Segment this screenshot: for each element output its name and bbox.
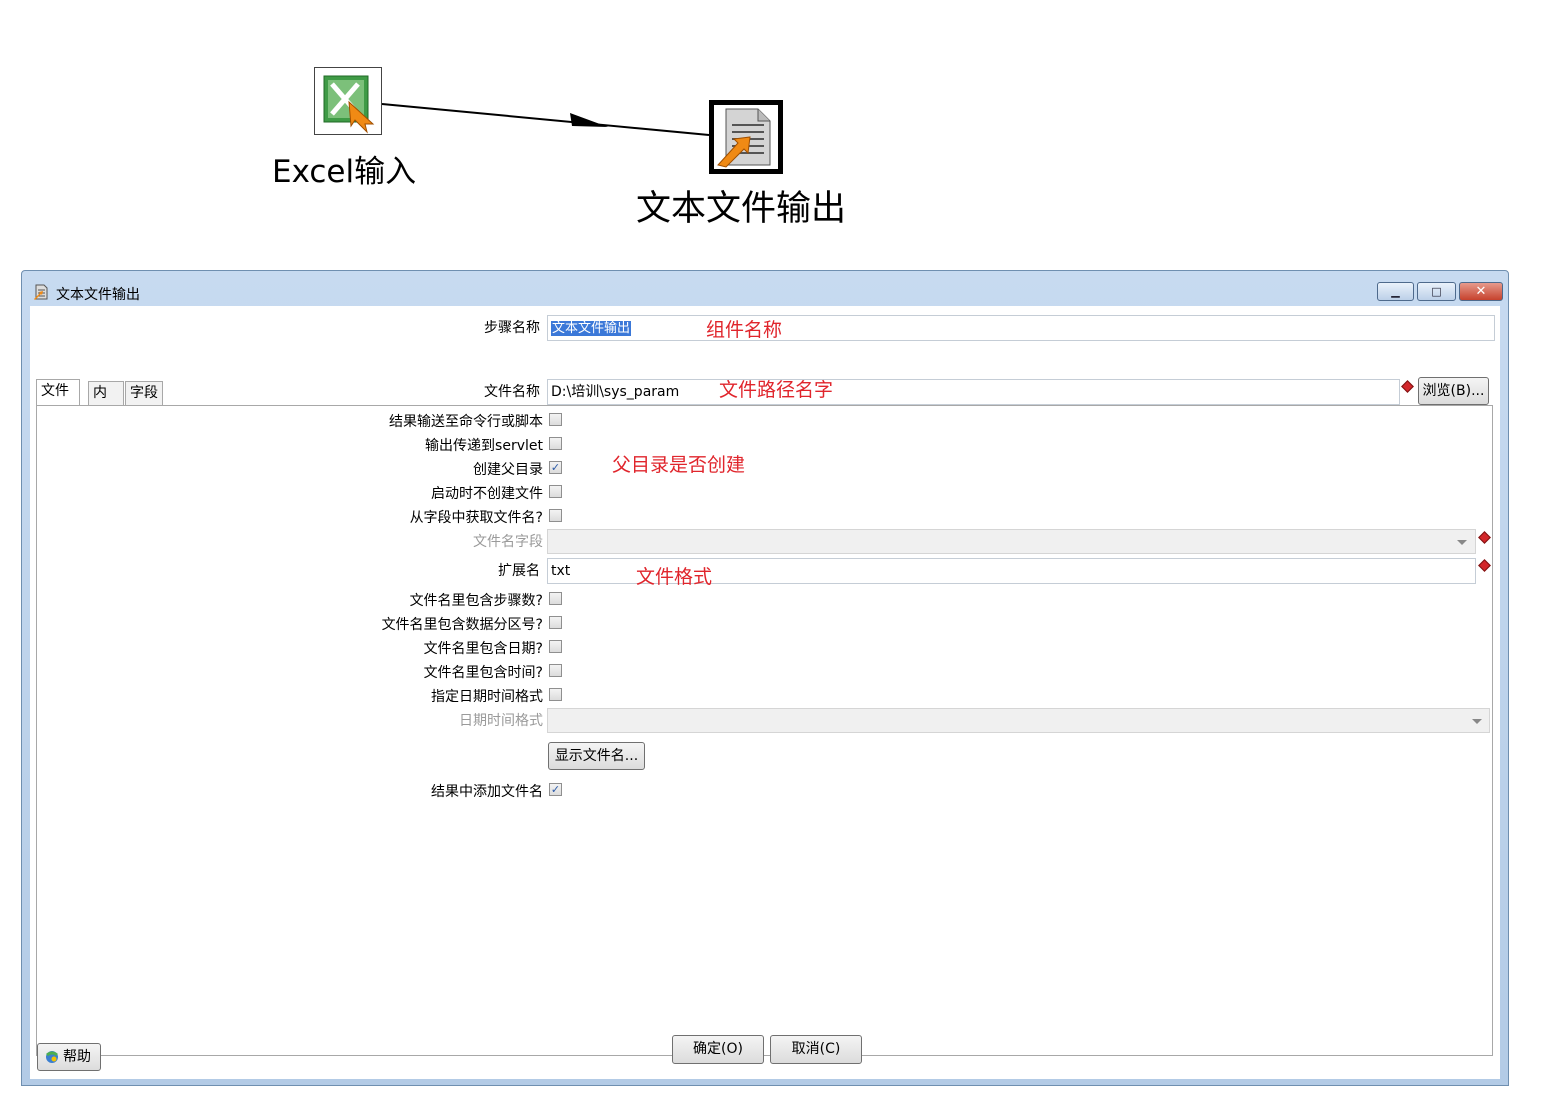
text-file-output-step-label: 文本文件输出	[636, 189, 847, 229]
step-name-input[interactable]: 文本文件输出	[547, 315, 1495, 341]
include-partnr-label: 文件名里包含数据分区号?	[381, 617, 543, 633]
excel-input-icon	[323, 75, 375, 134]
pass-to-script-checkbox[interactable]	[549, 413, 562, 426]
add-to-result-checkbox[interactable]: ✓	[549, 783, 562, 796]
transformation-canvas[interactable]: Excel输入 文本文件输出	[0, 0, 1549, 260]
cancel-button[interactable]: 取消(C)	[770, 1035, 862, 1064]
text-file-output-icon	[34, 284, 48, 300]
annotation-file-path: 文件路径名字	[719, 379, 834, 401]
include-date-label: 文件名里包含日期?	[423, 641, 543, 657]
create-parent-checkbox[interactable]: ✓	[549, 461, 562, 474]
close-button[interactable]: ✕	[1459, 282, 1503, 301]
dialog-title: 文本文件输出	[56, 287, 140, 303]
pass-to-script-label: 结果输送至命令行或脚本	[389, 414, 543, 430]
help-button[interactable]: 帮助	[37, 1043, 101, 1071]
specify-datetime-checkbox[interactable]	[549, 688, 562, 701]
create-parent-label: 创建父目录	[473, 462, 543, 478]
filename-field-label: 文件名字段	[473, 534, 543, 550]
include-partnr-checkbox[interactable]	[549, 616, 562, 629]
include-stepnr-label: 文件名里包含步骤数?	[409, 593, 543, 609]
excel-input-step-label: Excel输入	[272, 154, 417, 190]
include-stepnr-checkbox[interactable]	[549, 592, 562, 605]
include-time-checkbox[interactable]	[549, 664, 562, 677]
datetime-format-label: 日期时间格式	[459, 713, 543, 729]
excel-input-step[interactable]	[314, 67, 382, 135]
include-time-label: 文件名里包含时间?	[423, 665, 543, 681]
help-icon	[46, 1051, 58, 1063]
filename-label: 文件名称	[484, 384, 540, 400]
show-filename-button[interactable]: 显示文件名...	[548, 742, 645, 770]
maximize-button[interactable]: □	[1417, 282, 1456, 301]
annotation-file-format: 文件格式	[636, 566, 713, 588]
output-servlet-checkbox[interactable]	[549, 437, 562, 450]
annotation-create-parent: 父目录是否创建	[612, 454, 746, 476]
include-date-checkbox[interactable]	[549, 640, 562, 653]
variable-indicator-icon	[1401, 380, 1414, 393]
add-to-result-label: 结果中添加文件名	[431, 784, 543, 800]
dialog-client-area: 步骤名称 文本文件输出 组件名称 文件 内容 字段 文件名称 D:\培训\sys…	[30, 306, 1500, 1079]
specify-datetime-label: 指定日期时间格式	[431, 689, 543, 705]
title-bar[interactable]: 文本文件输出 ▁ □ ✕	[22, 271, 1508, 307]
filename-field-combo[interactable]	[547, 529, 1476, 554]
browse-button[interactable]: 浏览(B)...	[1418, 377, 1489, 405]
text-file-output-dialog: 文本文件输出 ▁ □ ✕ 步骤名称 文本文件输出 组件名称 文件 内容 字段 文…	[21, 270, 1509, 1086]
filename-from-field-label: 从字段中获取文件名?	[409, 510, 543, 526]
extension-label: 扩展名	[498, 563, 540, 579]
output-servlet-label: 输出传递到servlet	[425, 438, 543, 454]
text-file-output-icon	[717, 108, 771, 168]
chevron-down-icon	[1457, 540, 1467, 545]
tab-content[interactable]: 内容	[88, 381, 124, 424]
help-button-label: 帮助	[63, 1049, 91, 1065]
datetime-format-combo[interactable]	[547, 708, 1490, 733]
ok-button[interactable]: 确定(O)	[672, 1035, 764, 1064]
annotation-component-name: 组件名称	[706, 319, 783, 341]
no-create-on-start-label: 启动时不创建文件	[431, 486, 543, 502]
filename-from-field-checkbox[interactable]	[549, 509, 562, 522]
minimize-button[interactable]: ▁	[1377, 282, 1414, 301]
text-file-output-step[interactable]	[709, 100, 783, 174]
tab-fields[interactable]: 字段	[125, 381, 163, 406]
chevron-down-icon	[1472, 719, 1482, 724]
step-name-label: 步骤名称	[484, 320, 540, 336]
step-name-value: 文本文件输出	[551, 321, 632, 336]
filename-input[interactable]: D:\培训\sys_param	[547, 379, 1400, 405]
no-create-on-start-checkbox[interactable]	[549, 485, 562, 498]
tab-file[interactable]: 文件	[36, 379, 80, 406]
